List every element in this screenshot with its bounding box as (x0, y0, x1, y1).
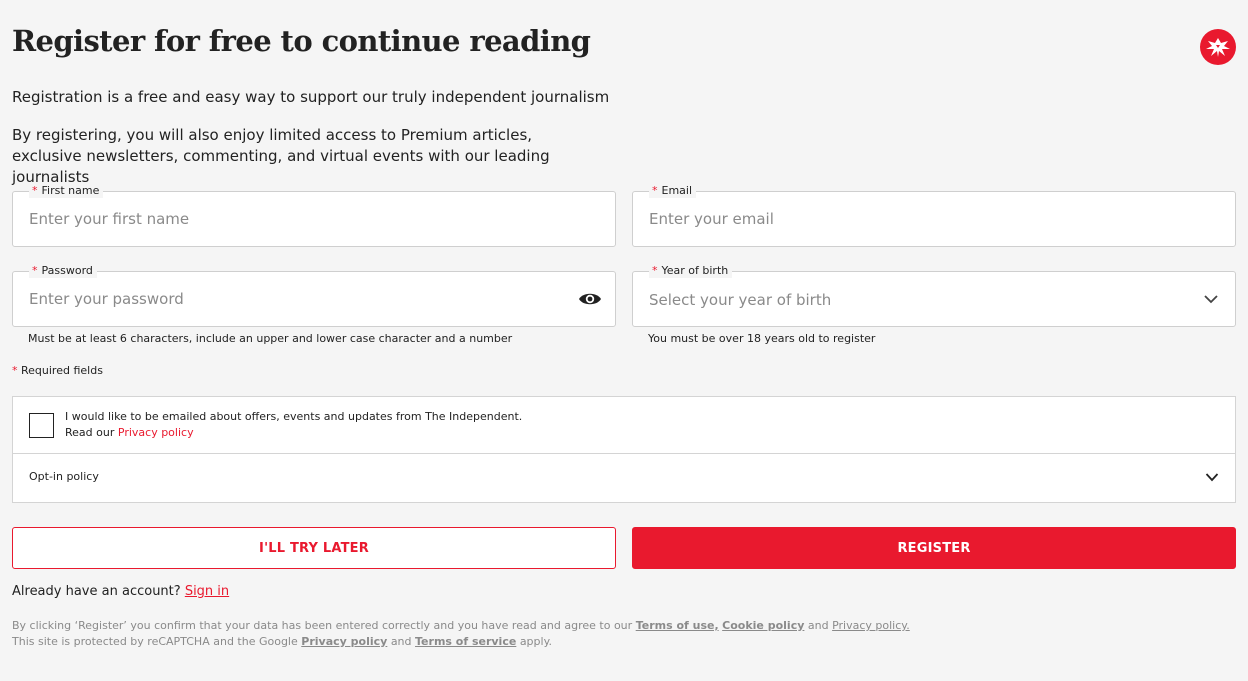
legal-text-line2: This site is protected by reCAPTCHA and … (12, 635, 553, 648)
password-hint: Must be at least 6 characters, include a… (28, 332, 513, 345)
optin-policy-label: Opt-in policy (29, 470, 99, 483)
password-field: * Password (12, 264, 616, 327)
email-input[interactable] (649, 192, 1185, 246)
google-privacy-policy-link[interactable]: Privacy policy (301, 635, 387, 648)
independent-eagle-icon[interactable] (1200, 29, 1236, 65)
optin-checkbox[interactable] (29, 413, 54, 438)
year-of-birth-label: * Year of birth (649, 264, 733, 278)
eye-icon[interactable] (578, 289, 602, 309)
intro-text: Registration is a free and easy way to s… (12, 88, 610, 106)
terms-of-use-link[interactable]: Terms of use, (636, 619, 719, 632)
intro-benefits-text: By registering, you will also enjoy limi… (12, 126, 550, 186)
chevron-down-icon (1204, 295, 1218, 304)
page-title: Register for free to continue reading (12, 24, 591, 58)
optin-box: I would like to be emailed about offers,… (12, 396, 1236, 503)
privacy-policy-link[interactable]: Privacy policy (118, 426, 194, 439)
first-name-input[interactable] (29, 192, 565, 246)
required-marker: * (652, 264, 658, 277)
legal-text-line1: By clicking ‘Register’ you confirm that … (12, 619, 910, 632)
eagle-icon (1206, 38, 1230, 57)
year-of-birth-hint: You must be over 18 years old to registe… (648, 332, 876, 345)
required-fields-note: * Required fields (12, 364, 103, 377)
year-of-birth-value: Select your year of birth (649, 291, 832, 309)
optin-text: I would like to be emailed about offers,… (65, 410, 523, 439)
signin-prompt: Already have an account? Sign in (12, 584, 230, 599)
register-button[interactable]: REGISTER (632, 527, 1236, 569)
optin-policy-toggle[interactable]: Opt-in policy (13, 454, 1235, 502)
try-later-button[interactable]: I'LL TRY LATER (12, 527, 616, 569)
sign-in-link[interactable]: Sign in (185, 584, 229, 599)
terms-of-service-link[interactable]: Terms of service (415, 635, 516, 648)
password-input[interactable] (29, 272, 565, 326)
privacy-policy-link[interactable]: Privacy policy. (832, 619, 910, 632)
chevron-down-icon (1205, 473, 1219, 482)
cookie-policy-link[interactable]: Cookie policy (722, 619, 804, 632)
first-name-field: * First name (12, 184, 616, 247)
year-of-birth-select[interactable]: * Year of birth Select your year of birth (632, 264, 1236, 327)
email-field: * Email (632, 184, 1236, 247)
